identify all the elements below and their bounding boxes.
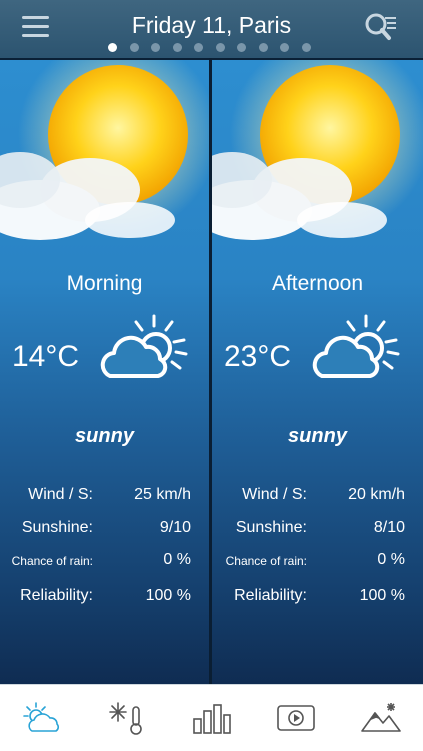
weather-description: sunny — [75, 425, 134, 447]
weather-description: sunny — [288, 425, 347, 447]
sunshine-value: 9/10 — [159, 519, 191, 536]
page-dot[interactable] — [129, 43, 139, 52]
page-dot[interactable] — [151, 43, 160, 52]
period-label: Morning — [66, 272, 143, 295]
temperature: 23°C — [224, 340, 292, 373]
wind-label: Wind / S: — [28, 486, 93, 503]
wind-label: Wind / S: — [242, 486, 307, 503]
partly-sunny-icon — [100, 314, 188, 378]
page-dot[interactable] — [108, 43, 117, 52]
forecast-panel-afternoon: Afternoon 23°C sunny Wind / S: 20 km/h S… — [212, 60, 423, 684]
rain-value: 0 % — [163, 551, 191, 568]
page-title: Friday 11, Paris — [131, 12, 292, 38]
forecast-panel-morning: Morning 14°C sunny Wind / S: 25 km/h Sun… — [0, 60, 209, 684]
search-list-icon[interactable] — [364, 12, 398, 42]
wind-value: 20 km/h — [348, 486, 405, 503]
page-dot[interactable] — [301, 43, 311, 52]
page-dot[interactable] — [280, 43, 289, 52]
reliability-value: 100 % — [359, 587, 405, 604]
period-label: Afternoon — [271, 272, 364, 295]
video-play-icon[interactable] — [276, 701, 316, 735]
wind-value: 25 km/h — [134, 486, 191, 503]
rain-value: 0 % — [377, 551, 405, 568]
sun-cloud-illustration — [212, 60, 423, 240]
partly-sunny-icon — [312, 314, 400, 378]
sunshine-value: 8/10 — [373, 519, 405, 536]
sunshine-label: Sunshine: — [235, 519, 307, 536]
page-dot[interactable] — [215, 43, 225, 52]
rain-label: Chance of rain: — [225, 554, 307, 568]
sun-cloud-illustration — [0, 60, 209, 240]
page-dot[interactable] — [258, 43, 268, 52]
page-dot[interactable] — [172, 43, 182, 52]
bar-chart-icon[interactable] — [192, 701, 232, 735]
page-dot[interactable] — [194, 43, 203, 52]
page-dot[interactable] — [237, 43, 246, 52]
temperature: 14°C — [12, 340, 80, 373]
app-header: Friday 11, Paris — [0, 0, 423, 58]
bottom-tab-bar — [0, 684, 423, 751]
rain-label: Chance of rain: — [11, 554, 93, 568]
snow-thermometer-icon[interactable] — [108, 701, 148, 735]
reliability-value: 100 % — [145, 587, 191, 604]
reliability-label: Reliability: — [234, 587, 307, 604]
sunshine-label: Sunshine: — [21, 519, 93, 536]
mountain-icon[interactable] — [361, 701, 401, 735]
partly-sunny-icon[interactable] — [22, 701, 62, 735]
reliability-label: Reliability: — [20, 587, 93, 604]
